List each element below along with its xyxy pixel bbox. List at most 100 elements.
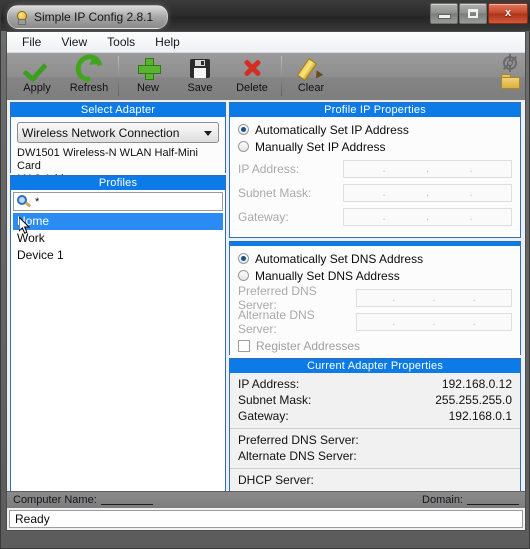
menu-view[interactable]: View — [52, 33, 96, 51]
gateway-field[interactable]: . . . — [343, 207, 512, 226]
current-alternate-dns-label: Alternate DNS Server: — [238, 449, 357, 463]
select-adapter-title: Select Adapter — [11, 103, 225, 117]
chevron-down-icon — [204, 131, 212, 136]
window-title: Simple IP Config 2.8.1 — [34, 10, 154, 24]
current-adapter-properties-title: Current Adapter Properties — [230, 359, 520, 373]
maximize-icon — [468, 9, 478, 18]
manual-ip-radio[interactable] — [238, 141, 249, 152]
current-adapter-properties-body: IP Address: 192.168.0.12 Subnet Mask: 25… — [230, 373, 520, 505]
alternate-dns-row: Alternate DNS Server: . . . — [238, 308, 512, 336]
close-button[interactable]: x — [488, 3, 528, 24]
ip-dot: . — [382, 186, 386, 199]
current-ip-block: IP Address: 192.168.0.12 Subnet Mask: 25… — [230, 373, 520, 429]
menu-tools[interactable]: Tools — [98, 33, 144, 51]
ip-dot: . — [392, 291, 396, 304]
list-item[interactable]: Device 1 — [13, 247, 223, 264]
new-button[interactable]: New — [122, 53, 174, 99]
current-gateway-value: 192.168.0.1 — [448, 409, 512, 423]
gateway-label: Gateway: — [238, 209, 289, 224]
alternate-dns-field[interactable]: . . . — [356, 312, 512, 331]
close-icon: x — [504, 7, 512, 19]
clear-label: Clear — [297, 82, 325, 94]
profile-ip-properties-body: Automatically Set IP Address Manually Se… — [230, 117, 520, 231]
refresh-icon — [70, 49, 108, 87]
toolbar-right-icons — [501, 54, 520, 89]
save-label: Save — [187, 82, 213, 94]
auto-dns-radio[interactable] — [238, 253, 249, 264]
minimize-button[interactable] — [430, 3, 458, 24]
current-dhcp-row: DHCP Server: — [238, 472, 512, 488]
current-preferred-dns-row: Preferred DNS Server: — [238, 432, 512, 448]
ip-dot: . — [472, 291, 476, 304]
list-item[interactable]: Home — [13, 213, 223, 230]
profile-search-input[interactable]: * — [13, 192, 223, 211]
apply-label: Apply — [23, 82, 51, 94]
ip-dot: . — [469, 210, 473, 223]
maximize-button[interactable] — [459, 3, 487, 24]
floppy-disk-icon — [187, 56, 213, 80]
auto-ip-radio[interactable] — [238, 124, 249, 135]
manual-dns-radio-row[interactable]: Manually Set DNS Address — [238, 267, 512, 284]
ip-dot: . — [425, 210, 430, 223]
menu-help[interactable]: Help — [146, 33, 189, 51]
refresh-button[interactable]: Refresh — [63, 49, 115, 99]
title-chip: Simple IP Config 2.8.1 — [7, 5, 169, 29]
profile-ip-properties-title: Profile IP Properties — [230, 103, 520, 117]
status-text: Ready — [15, 512, 50, 526]
red-x-icon — [239, 56, 265, 80]
apply-button[interactable]: Apply — [11, 53, 63, 99]
register-addresses-label: Register Addresses — [256, 339, 361, 353]
profiles-group: Profiles * Home Work Device 1 — [10, 175, 226, 508]
current-alternate-dns-row: Alternate DNS Server: — [238, 448, 512, 464]
register-addresses-row[interactable]: Register Addresses — [238, 337, 512, 355]
manual-ip-radio-row[interactable]: Manually Set IP Address — [238, 138, 512, 155]
current-ip-row: IP Address: 192.168.0.12 — [238, 376, 512, 392]
ip-address-field[interactable]: . . . — [343, 159, 512, 178]
ip-dot: . — [382, 210, 386, 223]
window-controls: x — [430, 3, 528, 24]
delete-label: Delete — [236, 82, 268, 94]
manual-dns-radio[interactable] — [238, 270, 249, 281]
ip-dot: . — [432, 291, 436, 304]
current-ip-value: 192.168.0.12 — [441, 377, 512, 391]
pencil-icon — [296, 56, 324, 81]
current-gateway-row: Gateway: 192.168.0.1 — [238, 408, 512, 424]
ip-dot: . — [392, 315, 396, 328]
save-button[interactable]: Save — [174, 53, 226, 99]
profiles-title: Profiles — [11, 176, 225, 190]
current-dhcp-label: DHCP Server: — [238, 473, 314, 487]
preferred-dns-field[interactable]: . . . — [356, 288, 512, 307]
list-item[interactable]: Work — [13, 230, 223, 247]
alternate-dns-label: Alternate DNS Server: — [238, 307, 315, 336]
title-bar: Simple IP Config 2.8.1 x — [1, 1, 530, 31]
folder-icon[interactable] — [501, 74, 520, 89]
subnet-mask-field[interactable]: . . . — [343, 183, 512, 202]
clear-button[interactable]: Clear — [285, 53, 337, 99]
register-addresses-checkbox[interactable] — [238, 340, 250, 352]
auto-dns-radio-row[interactable]: Automatically Set DNS Address — [238, 250, 512, 267]
subnet-mask-label: Subnet Mask: — [238, 185, 312, 200]
auto-ip-radio-row[interactable]: Automatically Set IP Address — [238, 121, 512, 138]
delete-button[interactable]: Delete — [226, 53, 278, 99]
adapter-dropdown[interactable]: Wireless Network Connection — [17, 122, 219, 143]
toolbar-separator-2 — [281, 56, 282, 96]
profile-dns-properties-body: Automatically Set DNS Address Manually S… — [230, 246, 520, 359]
profile-ip-properties-group: Profile IP Properties Automatically Set … — [229, 102, 521, 238]
profile-search-value: * — [35, 195, 40, 208]
main-content: Select Adapter Wireless Network Connecti… — [7, 100, 525, 508]
manual-dns-label: Manually Set DNS Address — [255, 268, 400, 283]
adapter-description: DW1501 Wireless-N WLAN Half-Mini Card — [17, 147, 198, 172]
current-adapter-properties-group: Current Adapter Properties IP Address: 1… — [229, 358, 521, 506]
subnet-mask-row: Subnet Mask: . . . — [238, 182, 512, 203]
menu-file[interactable]: File — [13, 33, 50, 51]
info-strip: Computer Name: Domain: — [7, 491, 525, 508]
client-area: File View Tools Help Apply Refresh New S… — [6, 31, 526, 531]
profile-dns-properties-group: Automatically Set DNS Address Manually S… — [229, 241, 521, 359]
ip-dot: . — [425, 186, 430, 199]
gear-icon[interactable] — [502, 54, 518, 72]
gateway-row: Gateway: . . . — [238, 206, 512, 227]
ip-dot: . — [382, 162, 386, 175]
right-column: Profile IP Properties Automatically Set … — [229, 102, 521, 506]
profiles-list[interactable]: Home Work Device 1 — [13, 213, 223, 506]
domain-item: Domain: — [422, 494, 519, 506]
